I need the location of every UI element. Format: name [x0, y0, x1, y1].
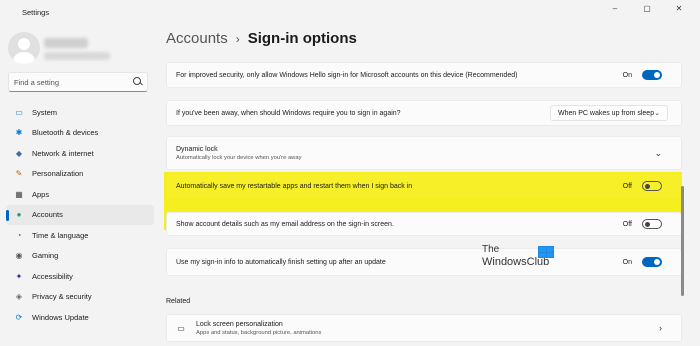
globe-icon: ◔: [16, 230, 22, 240]
person-icon: ●: [16, 210, 22, 220]
wifi-icon: ◆: [15, 148, 23, 158]
sidebar-item-system[interactable]: ▭ System: [6, 102, 154, 123]
shield-icon: ◈: [15, 292, 23, 302]
window-controls: – ▢ ✕: [608, 4, 686, 13]
breadcrumb-separator: ›: [235, 31, 240, 46]
sidebar-item-label: Windows Update: [32, 312, 89, 322]
toggle-state-label: Off: [622, 182, 632, 190]
setting-label-group: Lock screen personalization Apps and sta…: [196, 321, 659, 336]
minimize-button[interactable]: –: [608, 4, 622, 13]
search-input[interactable]: [14, 77, 132, 87]
sidebar-item-label: Apps: [32, 189, 50, 199]
sidebar-item-network-internet[interactable]: ◆ Network & internet: [6, 143, 154, 164]
toggle-group: On: [623, 257, 662, 267]
sidebar-item-label: Accessibility: [32, 271, 73, 281]
title-bar: Settings – ▢ ✕: [0, 0, 700, 26]
sidebar-item-personalization[interactable]: ✎ Personalization: [6, 164, 154, 185]
main-content: Accounts › Sign-in options For improved …: [164, 26, 688, 346]
sidebar-item-bluetooth-devices[interactable]: ✱ Bluetooth & devices: [6, 123, 154, 144]
sidebar-item-label: Personalization: [32, 169, 84, 179]
setting-label: Lock screen personalization: [196, 320, 283, 328]
monitor-icon: ▭: [15, 107, 23, 117]
sidebar-item-label: Gaming: [32, 251, 59, 261]
chevron-down-icon: ⌄: [654, 110, 660, 117]
setting-dynamic-lock[interactable]: Dynamic lock Automatically lock your dev…: [166, 136, 682, 170]
gamepad-icon: ◉: [15, 251, 23, 261]
breadcrumb-parent[interactable]: Accounts: [166, 30, 228, 47]
sidebar-item-apps[interactable]: ▦ Apps: [6, 184, 154, 205]
watermark-text: The: [482, 244, 500, 255]
signin-info-toggle[interactable]: [642, 257, 662, 267]
setting-require-signin: If you've been away, when should Windows…: [166, 100, 682, 126]
watermark-logo: The WindowsClub: [480, 244, 570, 286]
windows-logo-icon: [538, 246, 554, 258]
user-name-redacted: [44, 38, 88, 48]
lock-screen-icon: ▭: [177, 323, 185, 333]
setting-label: Automatically save my restartable apps a…: [176, 182, 413, 190]
restart-apps-toggle[interactable]: [642, 181, 662, 191]
accessibility-icon: ✦: [15, 271, 23, 281]
update-icon: ⟳: [15, 312, 23, 322]
sidebar-item-privacy-security[interactable]: ◈ Privacy & security: [6, 287, 154, 308]
setting-label: If you've been away, when should Windows…: [176, 109, 401, 117]
sidebar-item-windows-update[interactable]: ⟳ Windows Update: [6, 307, 154, 328]
dropdown-value: When PC wakes up from sleep: [558, 109, 655, 117]
scrollbar[interactable]: [681, 186, 684, 296]
sidebar: ▭ System ✱ Bluetooth & devices ◆ Network & in…: [0, 26, 160, 346]
setting-description: Apps and status, background picture, ani…: [196, 329, 322, 336]
sidebar-item-label: Privacy & security: [32, 292, 92, 302]
breadcrumb: Accounts › Sign-in options: [166, 30, 357, 47]
toggle-state-label: On: [622, 71, 632, 79]
require-signin-dropdown[interactable]: When PC wakes up from sleep ⌄: [550, 105, 668, 121]
toggle-group: On: [623, 70, 662, 80]
sidebar-nav: ▭ System ✱ Bluetooth & devices ◆ Network & in…: [6, 102, 154, 328]
setting-restart-apps: Automatically save my restartable apps a…: [166, 174, 682, 198]
page-title: Sign-in options: [247, 30, 357, 47]
sidebar-item-gaming[interactable]: ◉ Gaming: [6, 246, 154, 267]
toggle-group: Off: [623, 219, 662, 229]
setting-signin-info: Use my sign-in info to automatically fin…: [166, 248, 682, 276]
setting-label: For improved security, only allow Window…: [176, 71, 518, 79]
user-email-redacted: [44, 52, 110, 60]
avatar: [8, 32, 40, 64]
setting-label: Show account details such as my email ad…: [176, 220, 394, 228]
chevron-right-icon: ›: [659, 323, 662, 333]
maximize-button[interactable]: ▢: [640, 4, 654, 13]
search-icon[interactable]: [132, 77, 142, 87]
sidebar-item-label: Accounts: [32, 210, 63, 220]
account-details-toggle[interactable]: [642, 219, 662, 229]
chevron-down-icon[interactable]: ⌄: [654, 148, 662, 159]
sidebar-item-label: Bluetooth & devices: [32, 128, 99, 138]
toggle-state-label: On: [622, 258, 632, 266]
setting-label: Dynamic lock: [176, 145, 218, 153]
brush-icon: ✎: [15, 169, 23, 179]
setting-label-group: Dynamic lock Automatically lock your dev…: [176, 146, 654, 161]
related-lock-screen[interactable]: ▭ Lock screen personalization Apps and s…: [166, 314, 682, 342]
related-heading: Related: [166, 298, 191, 305]
search-box[interactable]: [8, 72, 148, 92]
sidebar-item-time-language[interactable]: ◔ Time & language: [6, 225, 154, 246]
sidebar-item-label: Time & language: [32, 230, 89, 240]
toggle-group: Off: [623, 181, 662, 191]
close-button[interactable]: ✕: [672, 4, 686, 13]
sidebar-item-label: System: [32, 107, 58, 117]
hello-only-toggle[interactable]: [642, 70, 662, 80]
setting-hello-only: For improved security, only allow Window…: [166, 62, 682, 88]
sidebar-item-label: Network & internet: [32, 148, 94, 158]
setting-account-details: Show account details such as my email ad…: [166, 212, 682, 236]
sidebar-item-accessibility[interactable]: ✦ Accessibility: [6, 266, 154, 287]
toggle-state-label: Off: [622, 220, 632, 228]
app-title: Settings: [22, 8, 50, 17]
setting-description: Automatically lock your device when you'…: [176, 154, 302, 161]
bluetooth-icon: ✱: [15, 128, 23, 138]
sidebar-item-accounts[interactable]: ● Accounts: [6, 204, 154, 225]
apps-icon: ▦: [15, 189, 23, 199]
